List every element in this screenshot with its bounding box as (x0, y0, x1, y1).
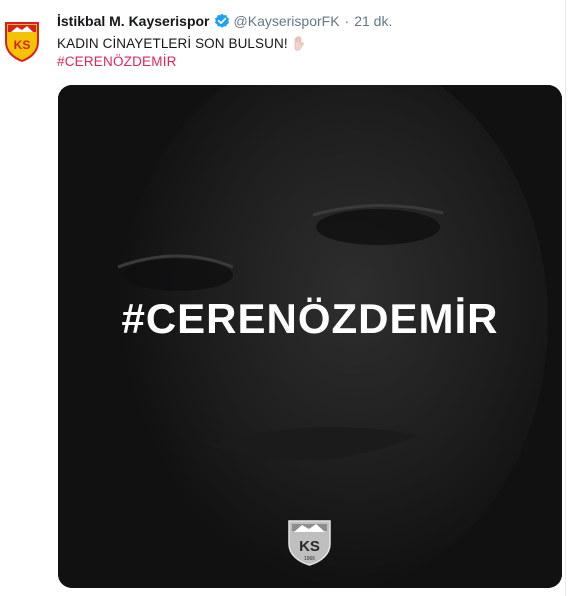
account-name[interactable]: İstikbal M. Kayserispor (57, 13, 210, 29)
account-handle[interactable]: @KayserisporFK (234, 13, 340, 29)
tweet-card[interactable]: KS İstikbal M. Kayserispor @KayserisporF… (0, 0, 566, 596)
tweet-text: KADIN CİNAYETLERİ SON BULSUN! (57, 36, 305, 51)
kayserispor-logo-icon: KS (5, 22, 39, 63)
tweet-timestamp[interactable]: 21 dk. (354, 13, 392, 29)
raised-hand-emoji-icon (292, 36, 305, 51)
tweet-text-line: KADIN CİNAYETLERİ SON BULSUN! (57, 36, 288, 51)
media-overlay-hashtag: #CERENÖZDEMİR (121, 295, 499, 342)
verified-badge-icon (214, 13, 230, 29)
kayserispor-logo-icon: KS 1966 (285, 517, 334, 566)
svg-text:KS: KS (14, 38, 31, 52)
logo-year: 1966 (304, 556, 315, 562)
hashtag-link[interactable]: #CERENÖZDEMİR (57, 54, 177, 69)
logo-letters: KS (299, 538, 320, 555)
tweet-media-image[interactable]: #CERENÖZDEMİR KS 1966 (58, 85, 562, 588)
meta-separator: · (344, 13, 350, 29)
account-avatar[interactable]: KS (3, 20, 41, 63)
tweet-header: İstikbal M. Kayserispor @KayserisporFK ·… (57, 11, 392, 31)
